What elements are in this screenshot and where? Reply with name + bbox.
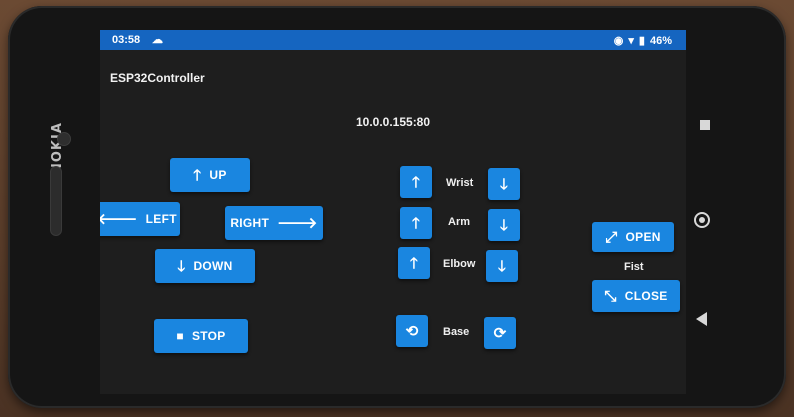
status-right: ◉ ▾ ▮ 46% — [613, 34, 672, 48]
rotate-right-icon: ⟳ — [493, 324, 507, 342]
arm-down-button[interactable]: 🡓 — [488, 209, 520, 241]
wrist-label: Wrist — [446, 177, 474, 189]
elbow-up-button[interactable]: 🡑 — [398, 247, 430, 279]
arrow-right-icon: 🡒 — [277, 214, 318, 232]
wrist-down-button[interactable]: 🡓 — [488, 168, 520, 200]
base-rotate-right-button[interactable]: ⟳ — [484, 317, 516, 349]
recent-apps-icon[interactable] — [700, 120, 710, 130]
phone-frame: NOKIA 03:58 ☁ ◉ ▾ ▮ 46% ESP32Controller … — [8, 6, 786, 408]
arrow-up-icon: 🡑 — [411, 173, 421, 191]
system-nav-bar — [690, 6, 786, 408]
elbow-label: Elbow — [443, 258, 476, 270]
front-camera — [57, 132, 71, 146]
arrow-down-icon: 🡓 — [177, 257, 186, 275]
speaker-grille — [50, 166, 62, 236]
back-icon[interactable] — [696, 312, 707, 326]
eye-icon: ◉ — [613, 35, 624, 47]
app-title: ESP32Controller — [110, 71, 205, 85]
close-label: CLOSE — [624, 289, 668, 303]
arrow-up-icon: 🡑 — [409, 254, 419, 272]
open-button[interactable]: ⤢ OPEN — [592, 222, 674, 252]
cloud-icon: ☁ — [152, 34, 163, 46]
left-label: LEFT — [145, 212, 177, 226]
wifi-icon: ▾ — [628, 35, 634, 47]
elbow-down-button[interactable]: 🡓 — [486, 250, 518, 282]
battery-percent: 46% — [649, 34, 672, 47]
up-button[interactable]: 🡑 UP — [170, 158, 250, 192]
arrow-left-icon: 🡐 — [100, 210, 138, 228]
stop-icon: ■ — [176, 329, 184, 343]
right-button[interactable]: RIGHT 🡒 — [225, 206, 323, 240]
base-rotate-left-button[interactable]: ⟲ — [396, 315, 428, 347]
expand-icon: ⤢ — [605, 228, 618, 246]
left-button[interactable]: 🡐 LEFT — [100, 202, 180, 236]
rotate-left-icon: ⟲ — [405, 322, 419, 340]
stop-button[interactable]: ■ STOP — [154, 319, 248, 353]
status-time: 03:58 — [112, 34, 141, 46]
arm-up-button[interactable]: 🡑 — [400, 207, 432, 239]
close-button[interactable]: ⤡ CLOSE — [592, 280, 680, 312]
down-label: DOWN — [193, 259, 233, 273]
arrow-down-icon: 🡓 — [497, 257, 507, 275]
down-button[interactable]: 🡓 DOWN — [155, 249, 255, 283]
fist-label: Fist — [624, 261, 644, 273]
app-bar: ESP32Controller — [100, 50, 686, 88]
open-label: OPEN — [625, 230, 661, 244]
ip-address: 10.0.0.155:80 — [355, 115, 431, 129]
arrow-up-icon: 🡑 — [411, 214, 421, 232]
status-bar: 03:58 ☁ ◉ ▾ ▮ 46% — [100, 30, 686, 50]
up-label: UP — [209, 168, 227, 182]
arrow-down-icon: 🡓 — [499, 216, 509, 234]
wrist-up-button[interactable]: 🡑 — [400, 166, 432, 198]
arrow-up-icon: 🡑 — [193, 166, 202, 184]
arrow-down-icon: 🡓 — [499, 175, 509, 193]
right-label: RIGHT — [230, 216, 270, 230]
collapse-icon: ⤡ — [604, 287, 617, 305]
home-icon[interactable] — [694, 212, 710, 228]
screen: 03:58 ☁ ◉ ▾ ▮ 46% ESP32Controller 10.0.0… — [100, 30, 686, 394]
stop-label: STOP — [191, 329, 226, 343]
battery-icon: ▮ — [638, 35, 645, 47]
base-label: Base — [443, 326, 470, 338]
arm-label: Arm — [448, 216, 471, 228]
